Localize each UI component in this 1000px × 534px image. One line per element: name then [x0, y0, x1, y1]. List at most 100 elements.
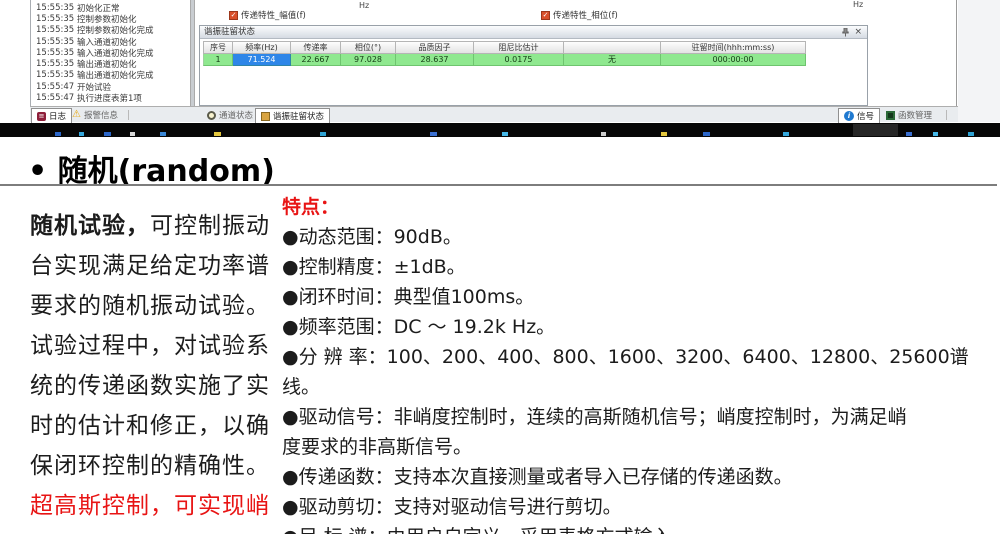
- taskbar-icon-fragment[interactable]: [104, 132, 111, 136]
- log-entry-time: 15:55:35: [36, 3, 77, 13]
- checkbox-checked-icon[interactable]: ✓: [229, 11, 238, 20]
- window-right-margin: [958, 0, 1000, 122]
- tab-separator: [128, 110, 129, 120]
- checkbox-checked-icon[interactable]: ✓: [541, 11, 550, 20]
- tab-signal[interactable]: i 信号: [838, 108, 880, 123]
- log-icon: ≡: [37, 112, 46, 121]
- taskbar-icon-fragment[interactable]: [933, 132, 938, 136]
- table-header-cell: 品质因子: [396, 41, 474, 54]
- log-entry-text: 控制参数初始化: [77, 13, 137, 25]
- close-icon[interactable]: ×: [854, 27, 862, 37]
- taskbar-icon-fragment[interactable]: [214, 132, 221, 136]
- tab-label: 报警信息: [84, 109, 118, 121]
- table-cell[interactable]: 0.0175: [474, 54, 564, 66]
- feature-line: ●动态范围：90dB。: [282, 222, 462, 252]
- legend-transfer-phase[interactable]: ✓ 传递特性_相位(f): [541, 9, 618, 21]
- taskbar: [0, 123, 1000, 137]
- legend-label: 传递特性_幅值(f): [241, 9, 306, 21]
- taskbar-icon-fragment[interactable]: [906, 132, 912, 136]
- log-entry: 15:55:35输入通道初始化完成: [36, 47, 154, 58]
- table-cell[interactable]: 97.028: [341, 54, 396, 66]
- tab-function-manager[interactable]: 函数管理: [881, 108, 937, 122]
- tab-channel-status[interactable]: 通道状态: [202, 108, 258, 122]
- panel-title: 谐振驻留状态: [204, 27, 255, 37]
- tab-label: 通道状态: [219, 109, 253, 121]
- plot-bottom-strip: Hz Hz ✓ 传递特性_幅值(f) ✓ 传递特性_相位(f): [196, 0, 958, 25]
- feature-line: ●驱动信号：非峭度控制时，连续的高斯随机信号；峭度控制时，为满足峭: [282, 402, 907, 432]
- tab-log[interactable]: ≡ 日志: [31, 108, 72, 123]
- legend-transfer-magnitude[interactable]: ✓ 传递特性_幅值(f): [229, 9, 306, 21]
- log-entry-time: 15:55:35: [36, 70, 77, 80]
- table-cell[interactable]: 000:00:00: [661, 54, 806, 66]
- taskbar-icon-fragment[interactable]: [601, 132, 606, 136]
- tab-alarm-info[interactable]: ⚠ 报警信息: [67, 108, 123, 122]
- tab-resonance-dwell-status[interactable]: 谐振驻留状态: [255, 108, 330, 123]
- dock-splitter[interactable]: [190, 0, 195, 106]
- vibration-software-window: 15:55:35初始化正常 15:55:35控制参数初始化 15:55:35控制…: [0, 0, 1000, 122]
- table-header-cell: [564, 41, 661, 54]
- log-entry-text: 输入通道初始化完成: [77, 47, 154, 59]
- table-cell[interactable]: 1: [203, 54, 233, 66]
- log-entry-time: 15:55:35: [36, 59, 77, 69]
- log-entry-time: 15:55:35: [36, 25, 77, 35]
- panel-titlebar: 谐振驻留状态 ×: [200, 26, 867, 39]
- intro-red-note: 超高斯控制，可实现峭: [30, 486, 270, 526]
- table-cell-selected[interactable]: 71.524: [233, 54, 291, 66]
- log-entry-time: 15:55:47: [36, 93, 77, 103]
- log-entry-text: 输出通道初始化: [77, 58, 137, 70]
- dock-tab-strip: ≡ 日志 ⚠ 报警信息 通道状态 谐振驻留状态 i 信号 函: [30, 106, 958, 122]
- taskbar-icon-fragment[interactable]: [160, 132, 166, 136]
- taskbar-icon-fragment[interactable]: [55, 132, 61, 136]
- page-root: 15:55:35初始化正常 15:55:35控制参数初始化 15:55:35控制…: [0, 0, 1000, 534]
- table-header-cell: 传递率: [291, 41, 341, 54]
- feature-line: ●驱动剪切：支持对驱动信号进行剪切。: [282, 492, 622, 522]
- log-entry-text: 执行进度表第1项: [77, 92, 142, 104]
- table-header-cell: 序号: [203, 41, 233, 54]
- taskbar-icon-fragment[interactable]: [968, 132, 974, 136]
- table-header-cell: 相位(°): [341, 41, 396, 54]
- intro-line: 统的传递函数实施了实: [30, 366, 270, 406]
- taskbar-icon-fragment[interactable]: [79, 132, 84, 136]
- log-entry-text: 控制参数初始化完成: [77, 24, 154, 36]
- log-entry: 15:55:35初始化正常: [36, 2, 154, 13]
- log-entry: 15:55:35输出通道初始化: [36, 58, 154, 69]
- taskbar-icon-fragment[interactable]: [130, 132, 135, 136]
- taskbar-icon-fragment[interactable]: [783, 132, 789, 136]
- log-entry: 15:55:35控制参数初始化完成: [36, 25, 154, 36]
- table-header-cell: 阻尼比估计: [474, 41, 564, 54]
- taskbar-icon-fragment[interactable]: [502, 132, 508, 136]
- table-cell[interactable]: 28.637: [396, 54, 474, 66]
- intro-line: 要求的随机振动试验。: [30, 286, 270, 326]
- function-manager-icon: [886, 111, 895, 120]
- table-cell[interactable]: 无: [564, 54, 661, 66]
- x-axis-unit-label: Hz: [359, 1, 369, 10]
- log-entry-text: 输出通道初始化完成: [77, 69, 154, 81]
- channel-status-icon: [207, 111, 216, 120]
- taskbar-icon-fragment[interactable]: [703, 132, 710, 136]
- feature-line: ●控制精度：±1dB。: [282, 252, 466, 282]
- tab-label: 日志: [49, 110, 66, 122]
- taskbar-icon-fragment[interactable]: [661, 132, 667, 136]
- dwell-status-icon: [261, 112, 270, 121]
- tab-label: 谐振驻留状态: [273, 110, 324, 122]
- signal-panel: [869, 0, 957, 106]
- table-cell[interactable]: 22.667: [291, 54, 341, 66]
- feature-line: ●分 辨 率：100、200、400、800、1600、3200、6400、12…: [282, 342, 969, 372]
- intro-lead-rest: 可控制振动: [150, 213, 270, 239]
- table-row[interactable]: 1 71.524 22.667 97.028 28.637 0.0175 无 0…: [203, 54, 806, 66]
- log-entry: 15:55:35输出通道初始化完成: [36, 70, 154, 81]
- feature-line: 度要求的非高斯信号。: [282, 432, 472, 462]
- taskbar-icon-fragment[interactable]: [430, 132, 437, 136]
- feature-line: ●闭环时间：典型值100ms。: [282, 282, 534, 312]
- dwell-status-table: 序号 频率(Hz) 传递率 相位(°) 品质因子 阻尼比估计 驻留时间(hhh:…: [203, 41, 806, 66]
- taskbar-icon-fragment[interactable]: [320, 132, 326, 136]
- feature-line: 线。: [282, 372, 320, 402]
- features-title: 特点：: [282, 192, 339, 222]
- pin-icon[interactable]: [841, 28, 850, 37]
- log-entry-time: 15:55:35: [36, 37, 77, 47]
- log-entry: 15:55:47开始试验: [36, 81, 154, 92]
- intro-line: 台实现满足给定功率谱: [30, 246, 270, 286]
- taskbar-button[interactable]: [853, 124, 898, 136]
- log-entry: 15:55:47执行进度表第1项: [36, 92, 154, 103]
- feature-line: ●频率范围：DC ～ 19.2k Hz。: [282, 312, 555, 342]
